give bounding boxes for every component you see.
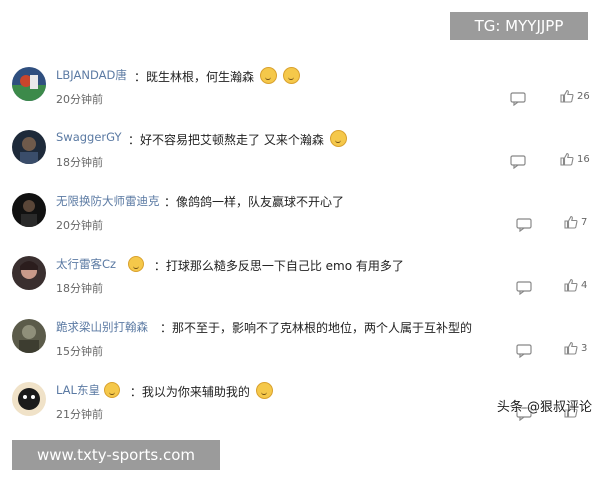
avatar[interactable] [12, 67, 46, 101]
avatar[interactable] [12, 319, 46, 353]
comment-list: LBJANDAD唐 ：既生林根，何生瀚森 20分钟前 26 SwaggerGY … [0, 55, 600, 433]
url-watermark-text: www.txty-sports.com [36, 446, 196, 464]
thumbs-up-icon [564, 341, 578, 355]
comment-text: ：既生林根，何生瀚森 [134, 67, 300, 85]
emoji-icon [255, 382, 273, 399]
emoji-icon [329, 130, 347, 147]
comment-time: 20分钟前 [56, 219, 103, 232]
badge-emoji-icon [128, 256, 144, 272]
avatar[interactable] [12, 193, 46, 227]
comment-reply-icon [516, 281, 532, 296]
badge-emoji-icon [104, 382, 120, 398]
comment-body: ：像鸽鸽一样，队友赢球不开心了 [164, 195, 345, 209]
emoji-icon [259, 67, 277, 84]
like-count: 3 [581, 342, 588, 354]
avatar[interactable] [12, 130, 46, 164]
comment-reply-icon [516, 344, 532, 359]
comment-username[interactable]: LAL东皇 [56, 382, 100, 398]
avatar[interactable] [12, 382, 46, 416]
comment-item: LBJANDAD唐 ：既生林根，何生瀚森 20分钟前 26 [0, 55, 600, 118]
tg-watermark-banner: TG: MYYJJPP [450, 12, 588, 40]
avatar-image [12, 382, 46, 416]
comment-time: 21分钟前 [56, 408, 103, 421]
avatar-image [12, 130, 46, 164]
avatar-image [12, 319, 46, 353]
like-count: 26 [577, 90, 590, 102]
like-button[interactable]: 26 [560, 89, 590, 103]
thumbs-up-icon [560, 89, 574, 103]
comment-body: ：我以为你来辅助我的 [129, 385, 250, 399]
reply-button[interactable] [510, 154, 526, 170]
thumbs-up-icon [560, 152, 574, 166]
like-button[interactable]: 4 [564, 278, 587, 292]
thumbs-up-icon [564, 278, 578, 292]
comment-username[interactable]: SwaggerGY [56, 130, 122, 144]
like-button[interactable]: 16 [560, 152, 590, 166]
comment-reply-icon [510, 92, 526, 107]
comment-time: 18分钟前 [56, 156, 103, 169]
source-watermark: 头条 @狠叔评论 [496, 400, 592, 415]
like-count: 16 [577, 153, 590, 165]
comment-text: ：打球那么糙多反思一下自己比 emo 有用多了 [124, 256, 404, 274]
comment-item: 跪求梁山别打翰森 ：那不至于，影响不了克林根的地位，两个人属于互补型的 15分钟… [0, 307, 600, 370]
comment-text: ：我以为你来辅助我的 [100, 382, 273, 400]
avatar-image [12, 67, 46, 101]
avatar-image [12, 256, 46, 290]
comment-item: SwaggerGY ：好不容易把艾顿熬走了 又来个瀚森 18分钟前 16 [0, 118, 600, 181]
comment-reply-icon [510, 155, 526, 170]
reply-button[interactable] [516, 217, 532, 233]
thumbs-up-icon [564, 215, 578, 229]
comment-item: 无限换防大师雷迪克 ：像鸽鸽一样，队友赢球不开心了 20分钟前 7 [0, 181, 600, 244]
avatar[interactable] [12, 256, 46, 290]
comment-time: 18分钟前 [56, 282, 103, 295]
comment-text: ：像鸽鸽一样，队友赢球不开心了 [164, 193, 344, 210]
like-button[interactable]: 7 [564, 215, 587, 229]
comment-time: 20分钟前 [56, 93, 103, 106]
comment-time: 15分钟前 [56, 345, 103, 358]
comment-text: ：那不至于，影响不了克林根的地位，两个人属于互补型的 [160, 319, 472, 336]
comment-body: ：既生林根，何生瀚森 [134, 70, 255, 84]
reply-button[interactable] [516, 280, 532, 296]
comment-reply-icon [516, 218, 532, 233]
reply-button[interactable] [516, 343, 532, 359]
emoji-icon [282, 67, 300, 84]
comment-body: ：打球那么糙多反思一下自己比 emo 有用多了 [153, 259, 404, 273]
comment-username[interactable]: 太行雷客Cz [56, 256, 116, 272]
comment-username[interactable]: 无限换防大师雷迪克 [56, 193, 160, 209]
comment-username[interactable]: 跪求梁山别打翰森 [56, 319, 148, 335]
comment-body: ：好不容易把艾顿熬走了 又来个瀚森 [128, 133, 324, 147]
reply-button[interactable] [510, 91, 526, 107]
like-count: 4 [581, 279, 588, 291]
avatar-image [12, 193, 46, 227]
url-watermark-banner: www.txty-sports.com [12, 440, 220, 470]
comment-body: ：那不至于，影响不了克林根的地位，两个人属于互补型的 [160, 321, 473, 335]
comment-item: 太行雷客Cz ：打球那么糙多反思一下自己比 emo 有用多了 18分钟前 4 [0, 244, 600, 307]
like-count: 7 [581, 216, 588, 228]
comment-username[interactable]: LBJANDAD唐 [56, 67, 127, 83]
comment-text: ：好不容易把艾顿熬走了 又来个瀚森 [128, 130, 347, 148]
like-button[interactable]: 3 [564, 341, 587, 355]
tg-watermark-text: TG: MYYJJPP [474, 17, 564, 35]
